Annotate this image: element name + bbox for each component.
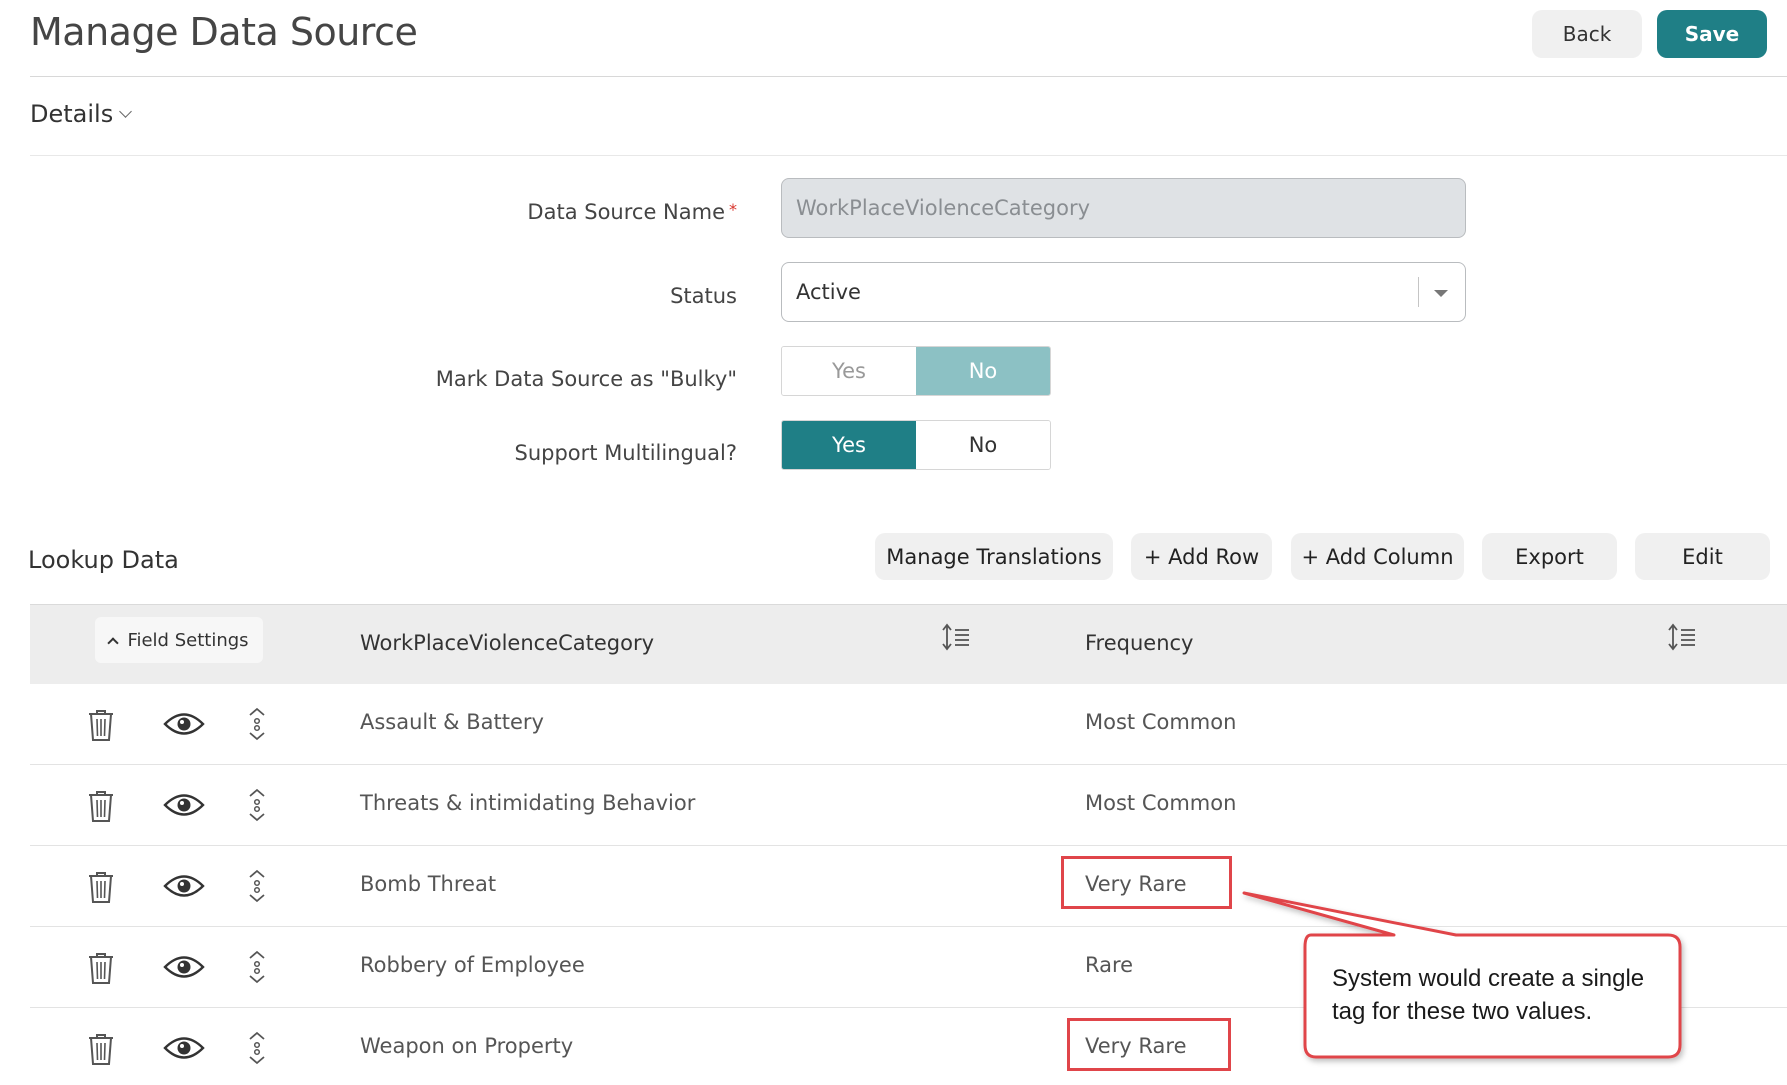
details-label: Details: [30, 100, 114, 128]
table-row: Bomb Threat Very Rare: [30, 846, 1787, 927]
eye-icon[interactable]: [163, 954, 205, 984]
highlight-box: [1061, 856, 1232, 909]
bulky-no-option[interactable]: No: [916, 347, 1050, 395]
column-header-category[interactable]: WorkPlaceViolenceCategory: [360, 631, 654, 655]
add-row-button[interactable]: + Add Row: [1131, 533, 1272, 580]
highlight-box: [1067, 1018, 1231, 1071]
eye-icon[interactable]: [163, 792, 205, 822]
data-source-name-input[interactable]: WorkPlaceViolenceCategory: [781, 178, 1466, 238]
details-section-toggle[interactable]: Details: [30, 100, 133, 128]
frequency-cell: Most Common: [1085, 791, 1237, 815]
required-asterisk: *: [729, 200, 737, 219]
category-cell: Assault & Battery: [360, 710, 544, 734]
bulky-yes-option[interactable]: Yes: [782, 347, 916, 395]
status-label: Status: [670, 284, 737, 308]
field-settings-label: Field Settings: [127, 629, 249, 651]
field-settings-button[interactable]: Field Settings: [95, 617, 263, 663]
data-source-name-label-text: Data Source Name: [527, 200, 725, 224]
export-button[interactable]: Export: [1482, 533, 1617, 580]
table-header: [30, 604, 1787, 684]
caret-down-icon: [1434, 290, 1448, 297]
sort-icon[interactable]: [941, 622, 971, 652]
select-divider: [1418, 277, 1419, 307]
multilingual-no-option[interactable]: No: [916, 421, 1050, 469]
add-column-button[interactable]: + Add Column: [1291, 533, 1464, 580]
table-row: Threats & intimidating Behavior Most Comm…: [30, 765, 1787, 846]
frequency-cell: Rare: [1085, 953, 1134, 977]
category-cell: Threats & intimidating Behavior: [360, 791, 696, 815]
reorder-handle-icon[interactable]: [246, 949, 268, 989]
edit-button[interactable]: Edit: [1635, 533, 1770, 580]
status-select[interactable]: Active: [781, 262, 1466, 322]
multilingual-label: Support Multilingual?: [514, 441, 738, 465]
back-button[interactable]: Back: [1532, 10, 1642, 58]
reorder-handle-icon[interactable]: [246, 706, 268, 746]
eye-icon[interactable]: [163, 1035, 205, 1065]
status-selected-value: Active: [796, 280, 861, 304]
chevron-down-icon: [119, 104, 133, 118]
data-source-name-label: Data Source Name *: [527, 200, 737, 224]
header-divider: [30, 76, 1787, 77]
sort-icon[interactable]: [1667, 622, 1697, 652]
category-cell: Weapon on Property: [360, 1034, 574, 1058]
reorder-handle-icon[interactable]: [246, 868, 268, 908]
category-cell: Bomb Threat: [360, 872, 497, 896]
bulky-label: Mark Data Source as "Bulky": [435, 367, 737, 391]
page-title: Manage Data Source: [30, 10, 418, 54]
details-divider: [30, 155, 1787, 156]
reorder-handle-icon[interactable]: [246, 787, 268, 827]
manage-translations-button[interactable]: Manage Translations: [875, 533, 1113, 580]
eye-icon[interactable]: [163, 873, 205, 903]
category-cell: Robbery of Employee: [360, 953, 585, 977]
frequency-cell: Most Common: [1085, 710, 1237, 734]
column-header-frequency[interactable]: Frequency: [1085, 631, 1194, 655]
table-row: Assault & Battery Most Common: [30, 684, 1787, 765]
trash-icon[interactable]: [86, 708, 116, 746]
eye-icon[interactable]: [163, 711, 205, 741]
reorder-handle-icon[interactable]: [246, 1030, 268, 1070]
trash-icon[interactable]: [86, 951, 116, 989]
save-button[interactable]: Save: [1657, 10, 1767, 58]
bulky-toggle: Yes No: [781, 346, 1051, 396]
multilingual-yes-option[interactable]: Yes: [782, 421, 916, 469]
trash-icon[interactable]: [86, 870, 116, 908]
lookup-data-title: Lookup Data: [28, 546, 179, 574]
chevron-up-icon: [107, 636, 120, 649]
multilingual-toggle: Yes No: [781, 420, 1051, 470]
trash-icon[interactable]: [86, 789, 116, 827]
callout-text: System would create a single tag for the…: [1332, 965, 1645, 1025]
trash-icon[interactable]: [86, 1032, 116, 1070]
